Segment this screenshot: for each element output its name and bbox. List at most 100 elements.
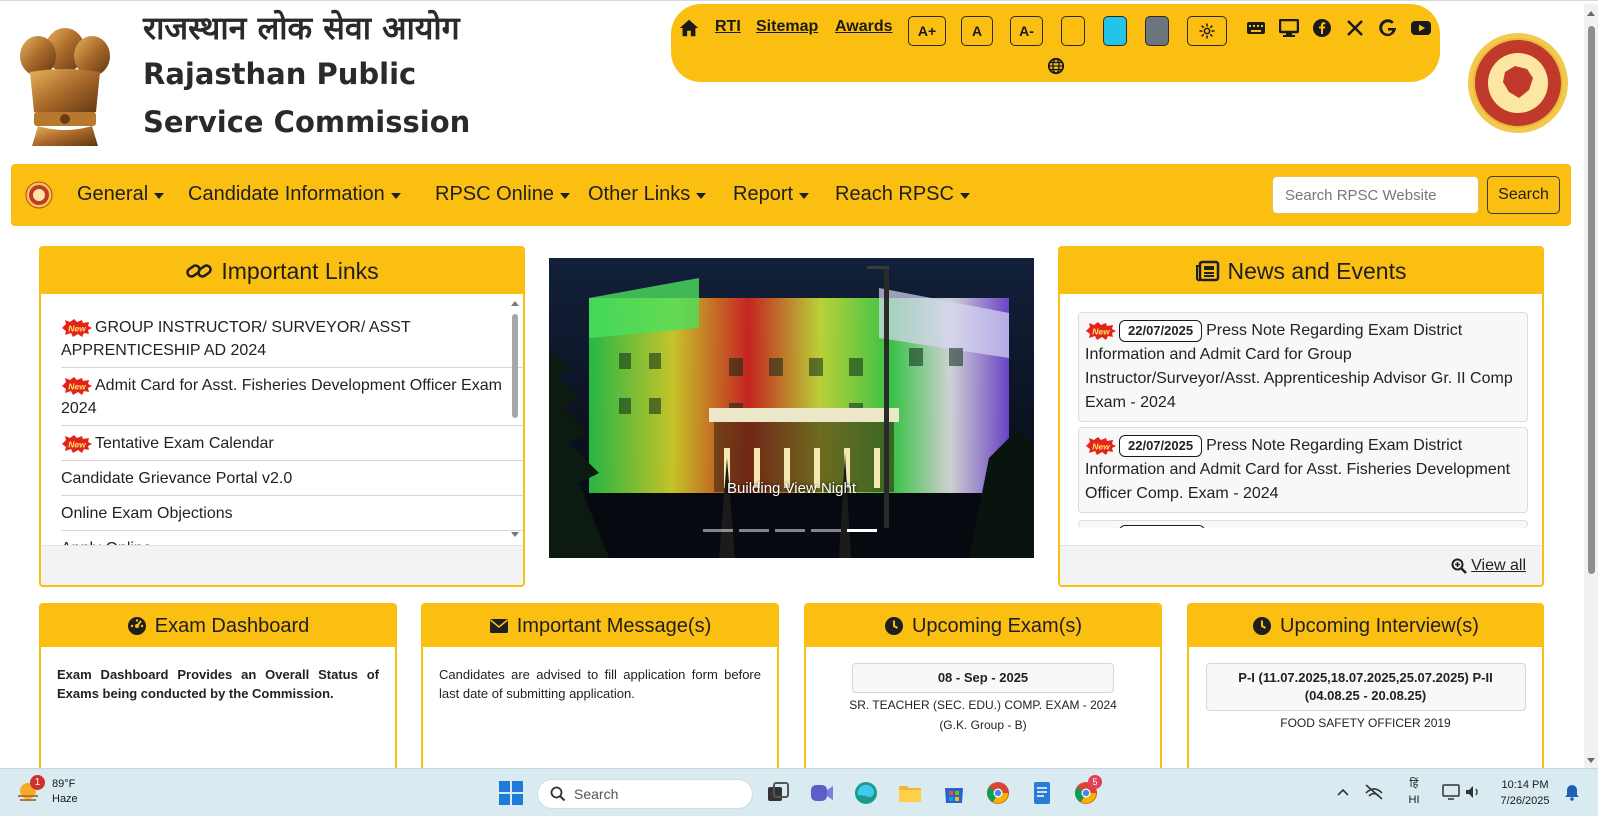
- nav-other-links[interactable]: Other Links: [588, 183, 707, 206]
- carousel-indicator-3[interactable]: [775, 529, 805, 532]
- scroll-up-icon[interactable]: [1584, 8, 1598, 18]
- list-item[interactable]: New Tentative Exam Calendar: [61, 426, 523, 461]
- theme-yellow-button[interactable]: [1061, 16, 1085, 46]
- notepad-icon[interactable]: [1028, 779, 1056, 807]
- scroll-up-icon[interactable]: [509, 298, 521, 308]
- nav-candidate-information-label: Candidate Information: [188, 183, 385, 205]
- new-badge-text: New: [68, 439, 87, 449]
- new-starburst-icon: New: [62, 434, 92, 453]
- accessibility-toolbar: RTI Sitemap Awards A+ A A-: [671, 4, 1440, 82]
- network-off-icon[interactable]: [1364, 783, 1384, 801]
- envelope-icon: [489, 619, 508, 633]
- site-search-button[interactable]: Search: [1487, 176, 1560, 214]
- sitemap-link[interactable]: Sitemap: [756, 18, 818, 36]
- upcoming-interviews-title: Upcoming Interview(s): [1280, 614, 1479, 637]
- rpsc-nav-logo[interactable]: [25, 181, 53, 209]
- task-view-icon[interactable]: [764, 779, 792, 807]
- carousel-indicator-1[interactable]: [703, 529, 733, 532]
- nav-rpsc-online[interactable]: RPSC Online: [435, 183, 570, 206]
- page-scrollbar[interactable]: [1584, 4, 1598, 768]
- clock[interactable]: 10:14 PM 7/26/2025: [1492, 777, 1558, 809]
- nav-reach-rpsc[interactable]: Reach RPSC: [835, 183, 970, 206]
- exam-dashboard-card: Exam Dashboard Exam Dashboard Provides a…: [39, 603, 397, 778]
- important-messages-header: Important Message(s): [423, 605, 777, 647]
- rpsc-seal-logo: [1468, 33, 1568, 133]
- clock-icon: [884, 617, 903, 635]
- new-badge-text: New: [68, 381, 87, 391]
- nav-report[interactable]: Report: [733, 183, 810, 206]
- carousel-indicator-2[interactable]: [739, 529, 769, 532]
- building-night-image: [549, 258, 1034, 558]
- important-links-list: New GROUP INSTRUCTOR/ SURVEYOR/ ASST APPR…: [61, 310, 523, 553]
- site-search-input[interactable]: [1272, 176, 1479, 214]
- links-scrollbar-thumb[interactable]: [512, 314, 518, 418]
- news-item-partial[interactable]: [1078, 520, 1528, 528]
- links-scrollbar[interactable]: [509, 296, 521, 542]
- taskbar-search[interactable]: Search: [537, 779, 753, 809]
- home-icon[interactable]: [677, 16, 701, 40]
- language-code: HI: [1408, 794, 1420, 806]
- clock-date: 7/26/2025: [1500, 795, 1550, 807]
- carousel-caption: Building View Night: [727, 480, 856, 497]
- news-item[interactable]: New 22/07/2025 Press Note Regarding Exam D…: [1078, 427, 1528, 513]
- rti-link[interactable]: RTI: [715, 18, 741, 36]
- interview-name[interactable]: FOOD SAFETY OFFICER 2019: [1189, 713, 1542, 733]
- font-increase-button[interactable]: A+: [908, 16, 946, 46]
- news-item[interactable]: New 22/07/2025 Press Note Regarding Exam D…: [1078, 312, 1528, 422]
- clock-icon: [1253, 617, 1272, 635]
- scroll-down-icon[interactable]: [509, 530, 521, 540]
- new-badge-text: New: [68, 323, 87, 333]
- edge-browser-icon[interactable]: [852, 779, 880, 807]
- scroll-down-icon[interactable]: [1584, 756, 1598, 766]
- globe-icon[interactable]: [1044, 54, 1068, 78]
- weather-temperature: 89°F: [52, 778, 76, 790]
- upcoming-exams-title: Upcoming Exam(s): [911, 614, 1083, 637]
- view-all-link[interactable]: View all: [1451, 557, 1526, 575]
- news-date-badge: 22/07/2025: [1119, 320, 1203, 342]
- language-indicator[interactable]: हिं HI: [1402, 776, 1426, 808]
- exam-name[interactable]: SR. TEACHER (SEC. EDU.) COMP. EXAM - 202…: [806, 695, 1160, 715]
- image-carousel[interactable]: Building View Night: [549, 258, 1034, 558]
- font-normal-button[interactable]: A: [961, 16, 993, 46]
- nav-reach-rpsc-label: Reach RPSC: [835, 183, 954, 205]
- monitor-icon[interactable]: [1277, 16, 1301, 40]
- chevron-up-icon[interactable]: [1336, 787, 1350, 797]
- nav-candidate-information[interactable]: Candidate Information: [188, 183, 401, 206]
- keyboard-icon[interactable]: [1244, 16, 1268, 40]
- list-item[interactable]: New Admit Card for Asst. Fisheries Develo…: [61, 368, 523, 426]
- news-events-footer: View all: [1060, 545, 1542, 585]
- chrome-profile-icon[interactable]: [984, 779, 1012, 807]
- upcoming-exams-header: Upcoming Exam(s): [806, 605, 1160, 647]
- new-badge-text: New: [1092, 326, 1111, 336]
- page-scrollbar-thumb[interactable]: [1588, 26, 1595, 574]
- theme-cyan-button[interactable]: [1103, 16, 1127, 46]
- x-icon[interactable]: [1343, 16, 1367, 40]
- important-links-footer: [41, 545, 523, 585]
- volume-icon[interactable]: [1464, 784, 1482, 800]
- important-links-title: Important Links: [221, 257, 379, 284]
- weather-widget[interactable]: 1 89°F Haze: [14, 775, 78, 807]
- newspaper-icon: [1195, 260, 1219, 282]
- notification-bell-icon[interactable]: [1564, 783, 1580, 801]
- theme-gray-button[interactable]: [1145, 16, 1169, 46]
- windows-start-icon[interactable]: [497, 779, 525, 807]
- settings-button[interactable]: [1187, 16, 1227, 46]
- microsoft-store-icon[interactable]: [940, 779, 968, 807]
- facebook-icon[interactable]: [1310, 16, 1334, 40]
- carousel-indicator-5[interactable]: [847, 529, 877, 532]
- display-icon[interactable]: [1442, 784, 1460, 800]
- carousel-indicator-4[interactable]: [811, 529, 841, 532]
- list-item[interactable]: Online Exam Objections: [61, 496, 523, 531]
- teams-meet-icon[interactable]: [808, 779, 836, 807]
- file-explorer-icon[interactable]: [896, 779, 924, 807]
- google-icon[interactable]: [1376, 16, 1400, 40]
- upcoming-interviews-card: Upcoming Interview(s) P-I (11.07.2025,18…: [1187, 603, 1544, 778]
- youtube-icon[interactable]: [1409, 16, 1433, 40]
- font-decrease-button[interactable]: A-: [1010, 16, 1043, 46]
- new-badge-text: New: [1092, 441, 1111, 451]
- list-item[interactable]: Candidate Grievance Portal v2.0: [61, 461, 523, 496]
- list-item[interactable]: New GROUP INSTRUCTOR/ SURVEYOR/ ASST APPR…: [61, 310, 523, 368]
- nav-general[interactable]: General: [77, 183, 165, 206]
- awards-link[interactable]: Awards: [835, 18, 893, 36]
- news-date-badge: 22/07/2025: [1119, 435, 1203, 457]
